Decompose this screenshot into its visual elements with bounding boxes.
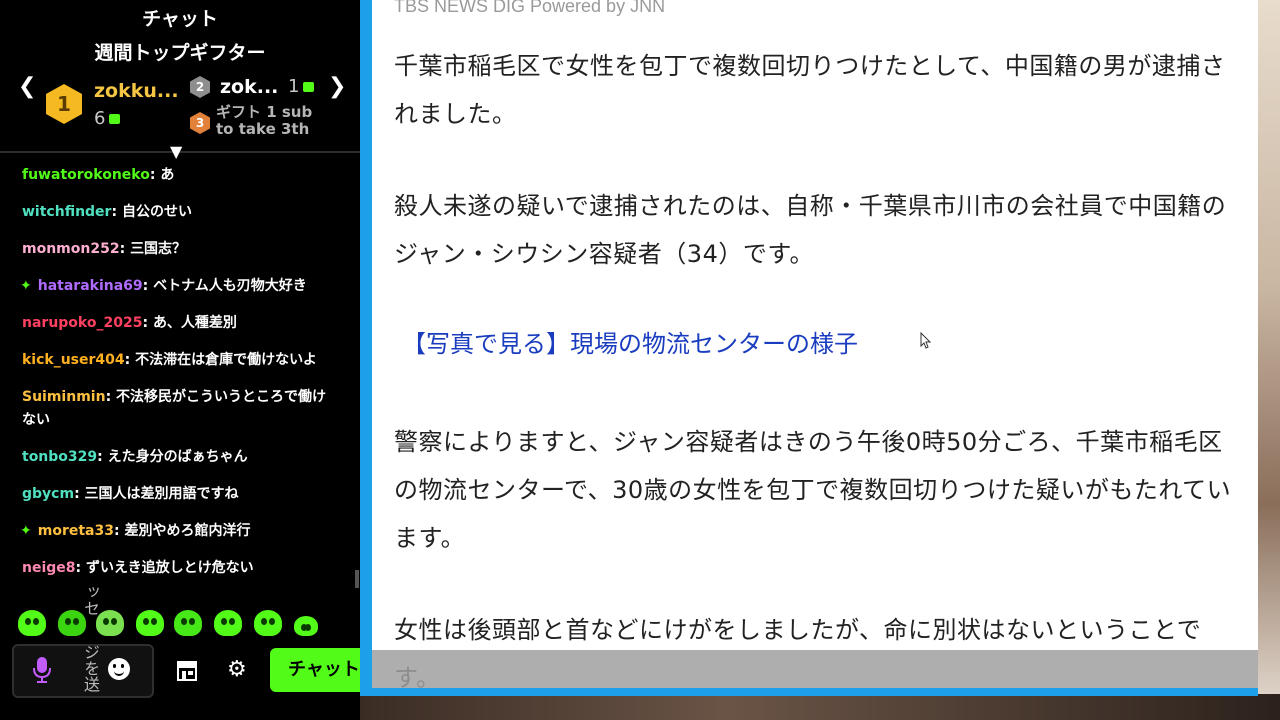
chat-message: kick_user404: 不法滞在は倉庫で働けないよ (22, 349, 337, 372)
separator: : (113, 523, 125, 539)
paragraph: 警察によりますと、ジャン容疑者はきのう午後0時50分ごろ、千葉市稲毛区の物流セン… (394, 428, 1232, 552)
chat-username[interactable]: neige8 (22, 560, 76, 576)
chat-text: 自公のせい (121, 204, 192, 220)
chat-text: ベトナム人も刃物大好き (153, 278, 307, 294)
gifter-3-prompt: ギフト 1 sub to take 3th (216, 104, 312, 138)
chat-text: 差別やめろ館内洋行 (124, 523, 251, 539)
scrollbar[interactable] (355, 570, 359, 588)
chat-message: witchfinder: 自公のせい (22, 201, 337, 224)
smile-icon[interactable] (108, 658, 130, 680)
rank-2-badge: 2 (190, 76, 210, 98)
chat-message: narupoko_2025: あ、人種差別 (22, 312, 337, 335)
emote-icon[interactable] (136, 610, 164, 636)
chat-panel: チャット 週間トップギフター ❮ ❯ 1 zokku... 6 2 zok...… (0, 0, 370, 720)
collapse-icon[interactable]: ▼ (170, 142, 182, 161)
chevron-right-icon[interactable]: ❯ (328, 74, 346, 99)
separator: : (75, 560, 87, 576)
chat-username[interactable]: kick_user404 (22, 352, 125, 368)
emote-icon[interactable] (254, 610, 282, 636)
chat-message: fuwatorokoneko: あ (22, 164, 337, 187)
overlay-text: ッセ (81, 584, 100, 616)
article-content: TBS NEWS DIG Powered by JNN 千葉市稲毛区で女性を包丁… (372, 0, 1258, 688)
chat-text: あ (160, 167, 175, 183)
top-gifters-title: 週間トップギフター (94, 42, 266, 64)
chat-username[interactable]: fuwatorokoneko (22, 167, 150, 183)
chat-message: neige8: ずいえき追放しとけ危ない (22, 557, 337, 580)
emote-icon[interactable] (294, 616, 318, 636)
chat-message: monmon252: 三国志？ (22, 238, 337, 261)
chat-text: えた身分のばぁちゃん (107, 449, 248, 465)
chat-username[interactable]: gbycm (22, 486, 74, 502)
separator: : (119, 241, 131, 257)
chat-username[interactable]: Suiminmin (22, 389, 106, 405)
chat-message: ✦ moreta33: 差別やめろ館内洋行 (20, 520, 337, 543)
gifter-1-count: 6 (94, 108, 121, 129)
chat-username[interactable]: narupoko_2025 (22, 315, 142, 331)
scroll-overlay-bar (372, 650, 1258, 688)
emote-icon[interactable] (214, 610, 242, 636)
article-frame: TBS NEWS DIG Powered by JNN 千葉市稲毛区で女性を包丁… (360, 0, 1258, 696)
chat-text: 三国人は差別用語ですね (84, 486, 239, 502)
separator: : (74, 486, 85, 502)
chat-username[interactable]: tonbo329 (22, 449, 97, 465)
separator: : (124, 352, 136, 368)
emote-icon[interactable] (174, 610, 202, 636)
gift-icon (109, 114, 121, 124)
separator: : (97, 449, 108, 465)
chat-username[interactable]: moreta33 (38, 523, 114, 539)
gift-icon (303, 82, 315, 92)
rank-3-badge: 3 (190, 112, 210, 134)
photo-link[interactable]: 【写真で見る】現場の物流センターの様子 (402, 324, 858, 364)
chat-username[interactable]: hatarakina69 (38, 278, 143, 294)
gifter-2-count: 1 (288, 76, 315, 97)
emote-icon[interactable] (96, 610, 124, 636)
chat-text: 三国志？ (130, 241, 187, 257)
chevron-left-icon[interactable]: ❮ (18, 74, 36, 99)
stream-background-bottom (360, 694, 1280, 720)
gifter-1-count-value: 6 (94, 108, 106, 129)
rank-1-badge: 1 (46, 84, 82, 124)
chat-text: 不法滞在は倉庫で働けないよ (135, 352, 317, 368)
gifter-1-name[interactable]: zokku... (94, 80, 179, 102)
mouse-cursor-icon (920, 332, 932, 349)
gifter-2-count-value: 1 (288, 76, 300, 97)
chat-text: ずいえき追放しとけ危ない (86, 560, 254, 576)
chat-title: チャット (142, 8, 218, 30)
stream-background-right (1258, 0, 1280, 720)
chat-message: tonbo329: えた身分のばぁちゃん (22, 446, 337, 469)
chat-message: Suiminmin: 不法移民がこういうところで働けない (22, 386, 337, 432)
input-overlay-text: ジを送 (81, 644, 100, 692)
chat-username[interactable]: witchfinder (22, 204, 111, 220)
sparkle-badge-icon: ✦ (20, 523, 32, 539)
send-chat-button[interactable]: チャット (270, 648, 370, 692)
separator: : (105, 389, 117, 405)
message-list: fuwatorokoneko: あ witchfinder: 自公のせい monmo… (20, 164, 337, 594)
paragraph: 殺人未遂の疑いで逮捕されたのは、自称・千葉県市川市の会社員で中国籍のジャン・シウ… (394, 192, 1227, 268)
gifter-3-line2: to take 3th (216, 120, 310, 138)
article-source: TBS NEWS DIG Powered by JNN (394, 0, 666, 16)
mic-icon[interactable] (32, 656, 52, 684)
emote-bar (16, 610, 346, 640)
chat-message: ✦ hatarakina69: ベトナム人も刃物大好き (20, 275, 337, 298)
sparkle-badge-icon: ✦ (20, 278, 32, 294)
store-icon[interactable] (175, 658, 199, 682)
chat-message: gbycm: 三国人は差別用語ですね (22, 483, 337, 506)
gear-icon[interactable]: ⚙ (227, 658, 247, 682)
emote-icon[interactable] (18, 610, 46, 636)
separator: : (142, 315, 153, 331)
chat-username[interactable]: monmon252 (22, 241, 120, 257)
separator: : (111, 204, 122, 220)
gifter-2-name[interactable]: zok... (220, 76, 278, 98)
chat-text: あ、人種差別 (152, 315, 237, 331)
paragraph: 千葉市稲毛区で女性を包丁で複数回切りつけたとして、中国籍の男が逮捕されました。 (394, 52, 1226, 128)
separator: : (149, 167, 161, 183)
gifter-3-line1: ギフト 1 sub (216, 103, 313, 121)
separator: : (142, 278, 154, 294)
